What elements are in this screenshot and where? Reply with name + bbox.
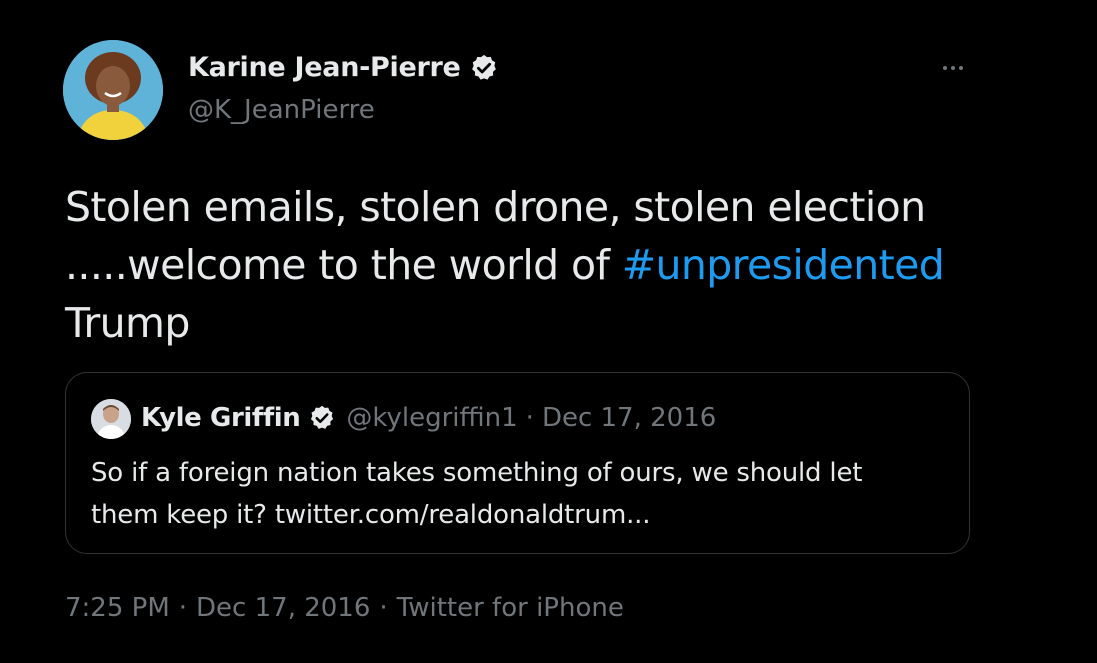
more-dot [959, 66, 963, 70]
more-dot [951, 66, 955, 70]
quoted-verified-badge-icon [308, 404, 336, 432]
meta-separator: · [178, 593, 188, 623]
author-avatar-image [63, 40, 163, 140]
quoted-display-name[interactable]: Kyle Griffin [141, 403, 301, 433]
tweet-text-line-2: .....welcome to the world of #unpresiden… [65, 236, 1025, 294]
tweet-text-line-2-prefix: .....welcome to the world of [65, 241, 622, 289]
tweet-time[interactable]: 7:25 PM [65, 593, 170, 623]
quoted-date[interactable]: Dec 17, 2016 [542, 403, 716, 433]
author-display-name[interactable]: Karine Jean-Pierre [188, 52, 461, 83]
quoted-text: So if a foreign nation takes something o… [91, 452, 951, 536]
quoted-header: Kyle Griffin @kylegriffin1 · Dec 17, 201… [141, 403, 716, 433]
meta-separator: · [379, 593, 388, 623]
tweet-text: Stolen emails, stolen drone, stolen elec… [65, 178, 1025, 352]
quoted-author-avatar-image [91, 399, 131, 439]
author-handle[interactable]: @K_JeanPierre [188, 95, 375, 125]
quoted-text-line-1: So if a foreign nation takes something o… [91, 458, 863, 488]
tweet-text-line-3: Trump [65, 299, 190, 347]
more-dot [943, 66, 947, 70]
quoted-handle[interactable]: @kylegriffin1 [346, 403, 517, 433]
tweet-source[interactable]: Twitter for iPhone [397, 593, 624, 623]
tweet-meta: 7:25 PM · Dec 17, 2016 · Twitter for iPh… [65, 593, 624, 623]
author-name-row: Karine Jean-Pierre [188, 52, 499, 83]
tweet-card: Karine Jean-Pierre @K_JeanPierre Stolen … [0, 0, 1097, 663]
quoted-text-line-2: them keep it? twitter.com/realdonaldtrum… [91, 500, 651, 530]
hashtag-link[interactable]: #unpresidented [622, 241, 945, 289]
quoted-author-avatar[interactable] [91, 399, 131, 439]
tweet-date[interactable]: Dec 17, 2016 [196, 593, 370, 623]
verified-badge-icon [469, 53, 499, 83]
more-horizontal-icon[interactable] [933, 56, 973, 80]
quoted-tweet[interactable]: Kyle Griffin @kylegriffin1 · Dec 17, 201… [65, 372, 970, 554]
author-avatar[interactable] [63, 40, 163, 140]
quoted-separator: · [525, 403, 534, 433]
tweet-text-line-1: Stolen emails, stolen drone, stolen elec… [65, 183, 926, 231]
